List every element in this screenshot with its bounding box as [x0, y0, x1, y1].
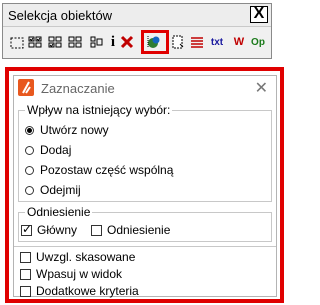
check-reference-label: Odniesienie	[107, 223, 171, 237]
delete-x-icon[interactable]	[118, 33, 136, 51]
check-reference[interactable]: Odniesienie	[91, 223, 170, 237]
highlight-selected-tool	[141, 30, 169, 54]
toolbar-title-bar[interactable]: Selekcja obiektów X	[3, 4, 271, 27]
radio-create-new[interactable]: Utwórz nowy	[25, 123, 109, 137]
op-icon[interactable]: Op	[248, 33, 268, 51]
radio-add[interactable]: Dodaj	[25, 143, 71, 157]
toolbar-tools: i txt W Op	[8, 30, 268, 54]
check-extra-criteria-box[interactable]	[20, 285, 31, 297]
document-select-icon[interactable]	[169, 33, 187, 51]
app-logo-icon	[18, 79, 34, 96]
radio-add-indicator[interactable]	[25, 145, 34, 155]
check-reference-box[interactable]	[91, 224, 102, 236]
radio-intersect[interactable]: Pozostaw część wspólną	[25, 163, 173, 177]
check-extra-criteria-label: Dodatkowe kryteria	[36, 284, 139, 298]
check-include-deleted[interactable]: Uwzgl. skasowane	[20, 250, 135, 264]
txt-icon[interactable]: txt	[207, 33, 227, 51]
check-main-box[interactable]	[21, 222, 32, 236]
check-main-label: Główny	[37, 223, 78, 237]
check-fit-view[interactable]: Wpasuj w widok	[20, 267, 122, 281]
radio-subtract-label: Odejmij	[40, 183, 81, 197]
check-extra-criteria[interactable]: Dodatkowe kryteria	[20, 284, 139, 298]
check-fit-view-label: Wpasuj w widok	[36, 267, 123, 281]
radio-intersect-indicator[interactable]	[25, 165, 34, 175]
grid-select-icon[interactable]	[28, 33, 46, 51]
dialog-title: Zaznaczanie	[41, 81, 115, 96]
radio-add-label: Dodaj	[40, 143, 72, 157]
select-rect-dashed-icon[interactable]	[8, 33, 26, 51]
reference-group-legend: Odniesienie	[25, 205, 93, 219]
dialog-divider	[14, 246, 276, 247]
dialog-close-button[interactable]: ✕	[255, 78, 268, 98]
reference-group: Odniesienie Główny Odniesienie	[18, 205, 272, 242]
radio-subtract-indicator[interactable]	[25, 185, 34, 195]
influence-group: Wpływ na istniejący wybór: Utwórz nowy D…	[18, 103, 272, 202]
check-main[interactable]: Główny	[21, 222, 78, 237]
toolbar-title: Selekcja obiektów	[8, 8, 113, 23]
toolbar-close-button[interactable]: X	[250, 6, 268, 23]
grid-select-3-icon[interactable]	[68, 33, 86, 51]
check-fit-view-box[interactable]	[20, 268, 31, 280]
w-icon[interactable]: W	[230, 33, 248, 51]
selection-toolbar-window: Selekcja obiektów X i txt W Op	[2, 3, 272, 59]
radio-create-new-indicator[interactable]	[25, 125, 34, 135]
radio-subtract[interactable]: Odejmij	[25, 183, 81, 197]
dialog-title-bar[interactable]: Zaznaczanie ✕	[14, 76, 276, 100]
check-include-deleted-box[interactable]	[20, 251, 31, 263]
radio-intersect-label: Pozostaw część wspólną	[40, 163, 174, 177]
radio-create-new-label: Utwórz nowy	[40, 123, 109, 137]
influence-group-legend: Wpływ na istniejący wybór:	[25, 103, 173, 117]
list-red-icon[interactable]	[188, 33, 206, 51]
grid-select-2-icon[interactable]	[48, 33, 66, 51]
selection-dialog: Zaznaczanie ✕ Wpływ na istniejący wybór:…	[13, 75, 277, 298]
check-include-deleted-label: Uwzgl. skasowane	[36, 250, 136, 264]
